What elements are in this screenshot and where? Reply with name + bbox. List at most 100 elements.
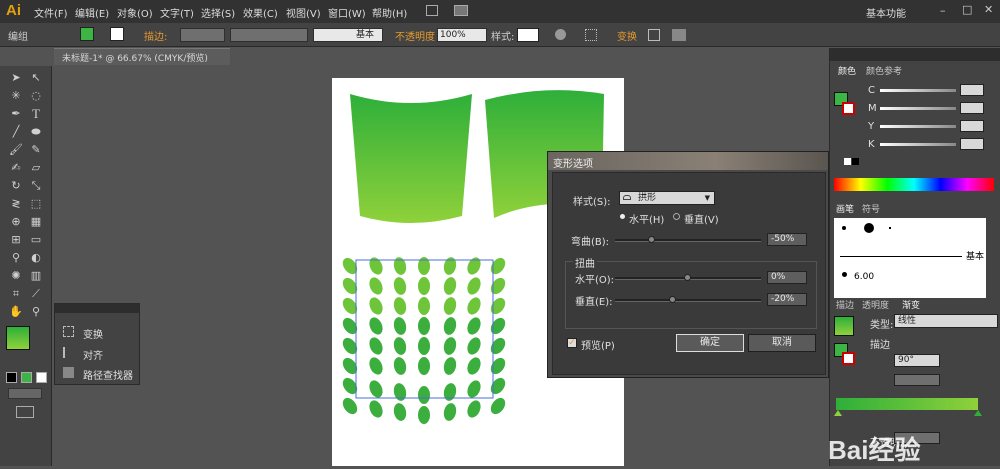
brush-library[interactable]: 基本 6.00: [834, 218, 986, 298]
ellipse-tool-icon[interactable]: ⬬: [28, 124, 44, 140]
distortion-horizontal-field[interactable]: 0%: [767, 271, 807, 284]
bridge-icon[interactable]: [426, 5, 438, 16]
pattern-ellipse[interactable]: [465, 295, 483, 316]
pattern-ellipse[interactable]: [340, 315, 360, 337]
menu-help[interactable]: 帮助(H): [372, 5, 407, 20]
maximize-icon[interactable]: □: [962, 3, 972, 16]
stroke-weight-field[interactable]: [180, 28, 225, 42]
tab-symbols[interactable]: 符号: [862, 202, 880, 215]
pattern-ellipse[interactable]: [418, 357, 430, 375]
shape-builder-tool-icon[interactable]: ⊕: [8, 214, 24, 230]
pattern-ellipse[interactable]: [465, 398, 483, 419]
lasso-tool-icon[interactable]: ◌: [28, 88, 44, 104]
stroke-label[interactable]: 描边:: [144, 28, 167, 43]
pattern-ellipse[interactable]: [340, 275, 360, 297]
pattern-ellipse[interactable]: [418, 406, 430, 424]
align-icon[interactable]: [585, 29, 597, 41]
eraser-tool-icon[interactable]: ▱: [28, 160, 44, 176]
tab-color[interactable]: 颜色: [838, 64, 856, 77]
color-stroke-swatch[interactable]: [842, 102, 855, 115]
pattern-ellipse[interactable]: [465, 275, 483, 296]
pattern-ellipse[interactable]: [340, 355, 360, 377]
vertical-label[interactable]: 垂直(V): [684, 211, 719, 226]
pattern-ellipse[interactable]: [367, 315, 385, 336]
pattern-ellipse[interactable]: [442, 382, 457, 402]
pattern-ellipse[interactable]: [367, 275, 385, 296]
magenta-field[interactable]: [960, 102, 984, 114]
hand-tool-icon[interactable]: ✋: [8, 304, 24, 320]
panel-header[interactable]: [55, 304, 139, 313]
minimize-icon[interactable]: –: [940, 4, 946, 17]
panel-menu-icon[interactable]: [672, 29, 686, 41]
stroke-swatch[interactable]: [110, 27, 124, 41]
graphic-style-swatch[interactable]: [517, 28, 539, 42]
tab-transparency[interactable]: 透明度: [862, 298, 889, 311]
pattern-ellipse[interactable]: [442, 276, 457, 296]
gradient-slider[interactable]: [836, 398, 978, 410]
pattern-ellipse[interactable]: [418, 337, 430, 355]
eyedropper-tool-icon[interactable]: ⚲: [8, 250, 24, 266]
close-icon[interactable]: ✕: [984, 3, 993, 16]
tab-stroke[interactable]: 描边: [836, 298, 854, 311]
tab-gradient[interactable]: 渐变: [902, 298, 920, 311]
brush-definition[interactable]: 基本: [313, 28, 383, 42]
pattern-ellipse[interactable]: [442, 316, 457, 336]
pen-tool-icon[interactable]: ✒: [8, 106, 24, 122]
document-tab[interactable]: 未标题-1* @ 66.67% (CMYK/预览): [54, 48, 230, 65]
gradient-stop-right[interactable]: [974, 410, 982, 416]
transform-panel-link[interactable]: 变换: [83, 326, 103, 341]
gradient-angle-field[interactable]: 90°: [894, 354, 940, 367]
width-tool-icon[interactable]: ≷: [8, 196, 24, 212]
recolor-icon[interactable]: [555, 29, 566, 40]
dock-header[interactable]: [830, 48, 1000, 61]
selection-tool-icon[interactable]: ➤: [8, 70, 24, 86]
pattern-ellipse[interactable]: [392, 356, 407, 376]
pattern-ellipse[interactable]: [465, 315, 483, 336]
distortion-vertical-field[interactable]: -20%: [767, 293, 807, 306]
opacity-field[interactable]: 100%: [437, 28, 487, 42]
bend-value-field[interactable]: -50%: [767, 233, 807, 246]
pattern-ellipse[interactable]: [367, 295, 385, 316]
pattern-ellipse[interactable]: [392, 336, 407, 356]
menu-edit[interactable]: 编辑(E): [75, 5, 109, 20]
magenta-slider[interactable]: [880, 107, 956, 110]
fill-color-box[interactable]: [6, 326, 30, 350]
pattern-ellipse[interactable]: [418, 317, 430, 335]
gradient-thumbnail[interactable]: [834, 316, 854, 336]
pattern-ellipse[interactable]: [418, 297, 430, 315]
pattern-ellipse[interactable]: [465, 355, 483, 376]
pattern-ellipse[interactable]: [340, 255, 360, 277]
gradient-aspect-field[interactable]: [894, 374, 940, 386]
horizontal-label[interactable]: 水平(H): [629, 211, 664, 226]
menu-object[interactable]: 对象(O): [117, 5, 153, 20]
mesh-tool-icon[interactable]: ⊞: [8, 232, 24, 248]
pattern-ellipse[interactable]: [367, 335, 385, 356]
pattern-ellipse[interactable]: [488, 355, 508, 377]
free-transform-tool-icon[interactable]: ⬚: [28, 196, 44, 212]
menu-select[interactable]: 选择(S): [201, 5, 235, 20]
pattern-ellipse[interactable]: [488, 295, 508, 317]
pattern-ellipse[interactable]: [465, 255, 483, 276]
pattern-ellipse[interactable]: [392, 316, 407, 336]
pattern-ellipse[interactable]: [392, 256, 407, 276]
perspective-grid-tool-icon[interactable]: ▦: [28, 214, 44, 230]
gradient-type-select[interactable]: 线性: [894, 314, 998, 328]
white-swatch[interactable]: [844, 158, 851, 165]
cyan-slider[interactable]: [880, 89, 956, 92]
black-field[interactable]: [960, 138, 984, 150]
distortion-vertical-slider[interactable]: [615, 299, 761, 302]
gradient-stroke-swatch[interactable]: [842, 352, 855, 365]
pattern-ellipse[interactable]: [442, 336, 457, 356]
column-graph-tool-icon[interactable]: ▥: [28, 268, 44, 284]
blend-tool-icon[interactable]: ◐: [28, 250, 44, 266]
workspace-switcher[interactable]: 基本功能: [866, 5, 906, 20]
screen-mode-icon[interactable]: [16, 406, 34, 418]
pattern-ellipse[interactable]: [488, 315, 508, 337]
pattern-ellipse[interactable]: [488, 335, 508, 357]
scale-tool-icon[interactable]: ⤡: [28, 178, 44, 194]
draw-mode-icon[interactable]: [8, 388, 42, 399]
pattern-ellipse[interactable]: [488, 275, 508, 297]
pattern-ellipse[interactable]: [418, 277, 430, 295]
color-spectrum[interactable]: [834, 178, 994, 191]
pattern-ellipse[interactable]: [442, 356, 457, 376]
